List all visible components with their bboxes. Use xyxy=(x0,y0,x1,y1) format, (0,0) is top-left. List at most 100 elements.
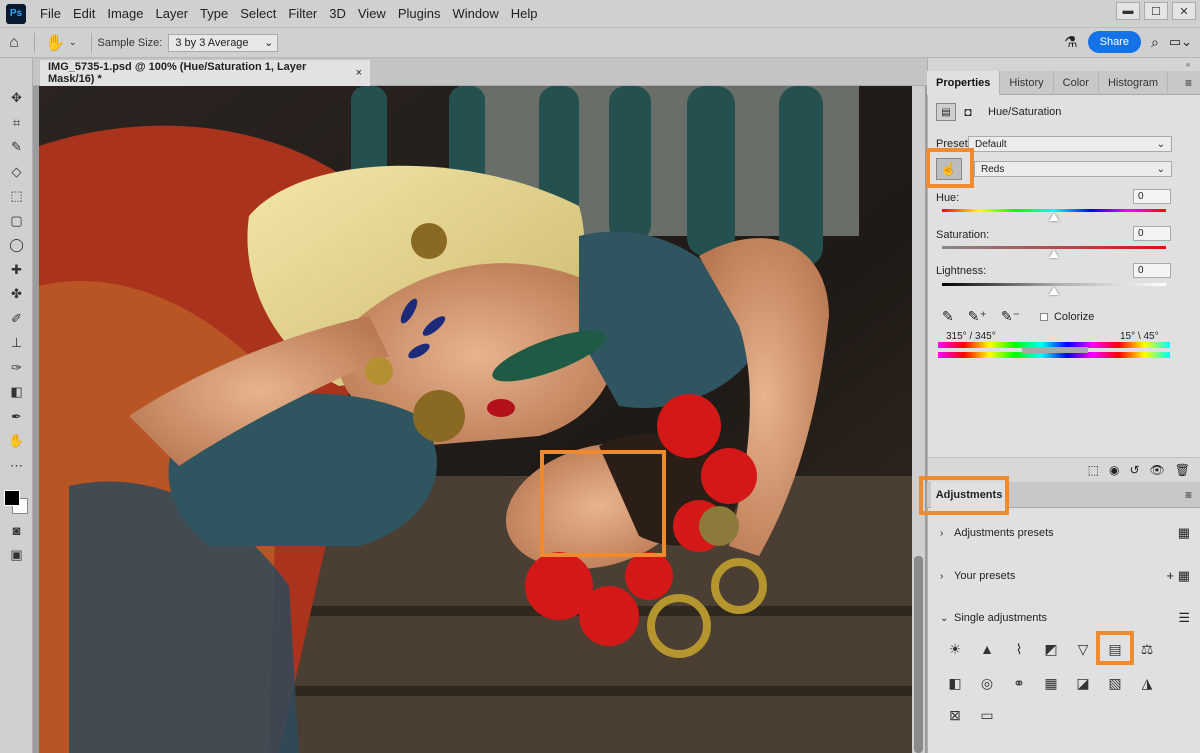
chevron-down-icon[interactable]: ⌄ xyxy=(69,37,77,48)
move-tool-icon[interactable]: ✥ xyxy=(0,86,33,111)
layer-mask-icon[interactable]: ◘ xyxy=(958,103,978,121)
trash-icon[interactable]: 🗑 xyxy=(1175,463,1190,477)
quick-mask-icon[interactable]: ◙ xyxy=(0,518,33,543)
maximize-button[interactable]: ☐ xyxy=(1144,2,1168,20)
sample-size-select[interactable]: 3 by 3 Average ⌄ xyxy=(168,33,279,52)
scrollbar-thumb[interactable] xyxy=(914,556,923,753)
panel-menu-icon[interactable]: ≡ xyxy=(1185,76,1192,90)
menu-help[interactable]: Help xyxy=(505,6,544,21)
pen-tool-icon[interactable]: ✒ xyxy=(0,405,33,430)
clip-to-layer-icon[interactable]: ⬚ xyxy=(1088,463,1099,477)
eyedropper-minus-icon[interactable]: ✎⁻ xyxy=(1001,308,1020,325)
posterize-icon[interactable]: ▧ xyxy=(1104,672,1126,694)
adjustment-layer-icon[interactable]: ▤ xyxy=(936,103,956,121)
adjustments-presets-row[interactable]: › Adjustments presets ▦ xyxy=(940,525,1190,541)
menu-filter[interactable]: Filter xyxy=(282,6,323,21)
menu-edit[interactable]: Edit xyxy=(67,6,101,21)
tab-history[interactable]: History xyxy=(1000,71,1054,95)
selective-color-icon[interactable]: ⊠ xyxy=(944,704,966,726)
menu-layer[interactable]: Layer xyxy=(150,6,195,21)
threshold-icon[interactable]: ◮ xyxy=(1136,672,1158,694)
hue-slider[interactable] xyxy=(942,209,1166,212)
menu-image[interactable]: Image xyxy=(101,6,149,21)
brush-tool-icon[interactable]: ✐ xyxy=(0,307,33,332)
lightness-slider[interactable] xyxy=(942,283,1166,286)
tab-color[interactable]: Color xyxy=(1054,71,1099,95)
colorize-checkbox[interactable] xyxy=(1039,312,1048,321)
eyedropper-icon[interactable]: ✎ xyxy=(942,308,954,325)
eraser-tool-icon[interactable]: ◇ xyxy=(0,160,33,185)
grid-view-icon[interactable]: ▦ xyxy=(1178,525,1190,541)
lasso-tool-icon[interactable]: ◯ xyxy=(0,233,33,258)
tab-properties[interactable]: Properties xyxy=(927,71,1001,95)
reset-icon[interactable]: ↺ xyxy=(1129,463,1139,477)
menu-view[interactable]: View xyxy=(352,6,392,21)
curves-icon[interactable]: ⌇ xyxy=(1008,638,1030,660)
close-window-button[interactable]: ✕ xyxy=(1172,2,1196,20)
invert-icon[interactable]: ◪ xyxy=(1072,672,1094,694)
black-white-icon[interactable]: ◧ xyxy=(944,672,966,694)
vibrance-icon[interactable]: ▽ xyxy=(1072,638,1094,660)
menu-select[interactable]: Select xyxy=(234,6,282,21)
color-range-selector[interactable] xyxy=(1022,347,1088,353)
tab-histogram[interactable]: Histogram xyxy=(1099,71,1169,95)
object-select-tool-icon[interactable]: ⬚ xyxy=(0,184,33,209)
saturation-slider-thumb[interactable] xyxy=(1049,250,1059,258)
hue-input[interactable]: 0 xyxy=(1133,189,1171,204)
color-balance-icon[interactable]: ⚖ xyxy=(1136,638,1158,660)
hue-slider-thumb[interactable] xyxy=(1049,213,1059,221)
saturation-input[interactable]: 0 xyxy=(1133,226,1171,241)
canvas-scrollbar[interactable] xyxy=(912,86,925,753)
color-lookup-icon[interactable]: ▦ xyxy=(1040,672,1062,694)
channel-mixer-icon[interactable]: ⚭ xyxy=(1008,672,1030,694)
menu-plugins[interactable]: Plugins xyxy=(392,6,447,21)
flask-icon[interactable]: ⚗ xyxy=(1064,33,1077,51)
close-tab-icon[interactable]: × xyxy=(356,67,362,79)
chevron-down-icon: ⌄ xyxy=(264,37,274,49)
single-adjustments-row[interactable]: ⌄ Single adjustments ☰ xyxy=(940,610,1190,626)
your-presets-row[interactable]: › Your presets + ▦ xyxy=(940,568,1190,584)
lightness-slider-thumb[interactable] xyxy=(1049,287,1059,295)
collapse-panel-icon[interactable]: « xyxy=(1186,60,1190,69)
canvas[interactable] xyxy=(33,86,927,753)
hand-tool-icon[interactable]: ✋ xyxy=(41,31,69,55)
saturation-slider[interactable] xyxy=(942,246,1166,249)
document-tab[interactable]: IMG_5735-1.psd @ 100% (Hue/Saturation 1,… xyxy=(40,60,370,86)
visibility-eye-icon[interactable]: 👁 xyxy=(1150,463,1165,477)
menu-3d[interactable]: 3D xyxy=(323,6,352,21)
search-icon[interactable]: ⌕ xyxy=(1151,34,1159,51)
healing-brush-tool-icon[interactable]: ✚ xyxy=(0,258,33,283)
photo-filter-icon[interactable]: ◎ xyxy=(976,672,998,694)
menu-window[interactable]: Window xyxy=(446,6,504,21)
channel-select[interactable]: Reds ⌄ xyxy=(974,161,1172,177)
view-previous-icon[interactable]: ◉ xyxy=(1109,463,1119,477)
list-view-icon[interactable]: ☰ xyxy=(1178,610,1190,626)
gradient-map-icon[interactable]: ▭ xyxy=(976,704,998,726)
minimize-button[interactable]: ▬ xyxy=(1116,2,1140,20)
more-tools-icon[interactable]: ⋯ xyxy=(0,454,33,479)
lightness-input[interactable]: 0 xyxy=(1133,263,1171,278)
eyedropper-tool-icon[interactable]: ✎ xyxy=(0,135,33,160)
exposure-icon[interactable]: ◩ xyxy=(1040,638,1062,660)
history-brush-tool-icon[interactable]: ✑ xyxy=(0,356,33,381)
brightness-contrast-icon[interactable]: ☀ xyxy=(944,638,966,660)
workspace-icon[interactable]: ▭⌄ xyxy=(1169,34,1192,50)
color-swatches[interactable] xyxy=(0,478,33,518)
home-icon[interactable]: ⌂ xyxy=(0,31,28,55)
gradient-tool-icon[interactable]: ◧ xyxy=(0,380,33,405)
marquee-tool-icon[interactable]: ▢ xyxy=(0,209,33,234)
eyedropper-plus-icon[interactable]: ✎⁺ xyxy=(968,308,987,325)
foreground-color-swatch[interactable] xyxy=(4,490,20,506)
clone-stamp-tool-icon[interactable]: ⊥ xyxy=(0,331,33,356)
patch-tool-icon[interactable]: ✤ xyxy=(0,282,33,307)
add-preset-icon[interactable]: + ▦ xyxy=(1167,568,1191,584)
screen-mode-icon[interactable]: ▣ xyxy=(0,543,33,568)
crop-tool-icon[interactable]: ⌗ xyxy=(0,111,33,136)
levels-icon[interactable]: ▲ xyxy=(976,638,998,660)
menu-file[interactable]: File xyxy=(34,6,67,21)
menu-type[interactable]: Type xyxy=(194,6,234,21)
adjustments-menu-icon[interactable]: ≡ xyxy=(1185,488,1192,502)
hand-tool-icon[interactable]: ✋ xyxy=(0,429,33,454)
share-button[interactable]: Share xyxy=(1087,31,1141,53)
preset-select[interactable]: Default ⌄ xyxy=(968,136,1172,152)
